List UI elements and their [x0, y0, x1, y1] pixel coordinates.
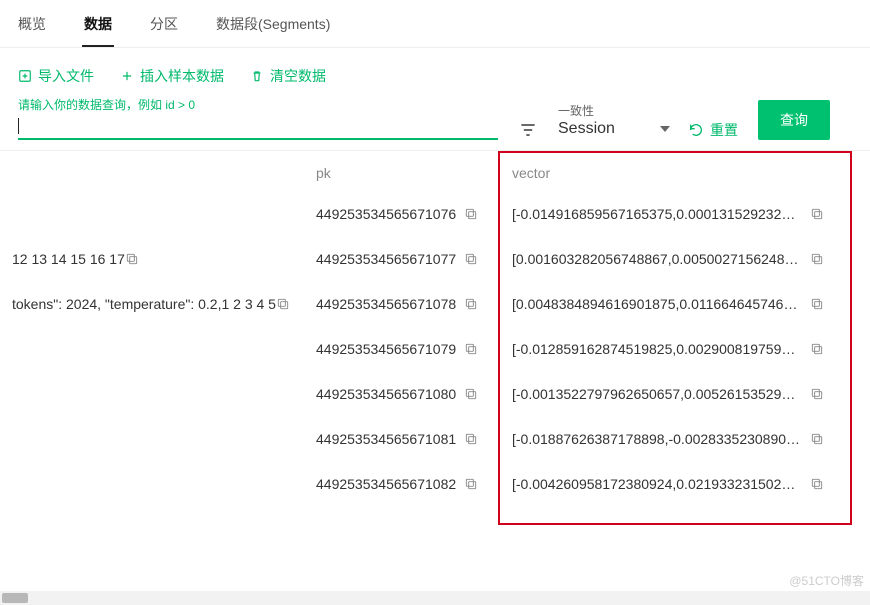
copy-icon[interactable] [276, 297, 290, 311]
copy-icon[interactable] [464, 432, 478, 446]
copy-icon[interactable] [464, 207, 478, 221]
query-button[interactable]: 查询 [758, 100, 830, 140]
watermark: @51CTO博客 [789, 572, 864, 589]
copy-icon[interactable] [810, 387, 824, 401]
col-vector: vector [502, 165, 834, 181]
copy-icon[interactable] [464, 297, 478, 311]
col-pk: pk [316, 165, 502, 181]
cell-pk: 449253534565671076 [316, 206, 502, 222]
horizontal-scrollbar[interactable] [0, 591, 870, 605]
table-row: 449253534565671081[-0.01887626387178898,… [0, 416, 870, 461]
consistency-value: Session [558, 119, 668, 140]
clear-label: 清空数据 [270, 66, 326, 86]
trash-icon [250, 69, 264, 83]
query-row: 请输入你的数据查询，例如 id > 0 一致性 Session 重置 查询 [0, 100, 870, 150]
cell-pk: 449253534565671077 [316, 251, 502, 267]
tab-partition[interactable]: 分区 [148, 2, 180, 46]
cell-col1: tokens": 2024, "temperature": 0.2,1 2 3 … [0, 296, 316, 312]
table-row: 449253534565671079[-0.012859162874519825… [0, 326, 870, 371]
cell-pk: 449253534565671078 [316, 296, 502, 312]
table-row: 449253534565671080[-0.001352279796265065… [0, 371, 870, 416]
cell-pk: 449253534565671081 [316, 431, 502, 447]
reset-button[interactable]: 重置 [688, 120, 738, 140]
import-icon [18, 69, 32, 83]
cell-vector: [0.0048384894616901875,0.011664645746350… [502, 296, 834, 312]
plus-icon [120, 69, 134, 83]
consistency-label: 一致性 [558, 104, 668, 120]
copy-icon[interactable] [810, 342, 824, 356]
text-cursor [18, 118, 19, 134]
query-field-wrap: 请输入你的数据查询，例如 id > 0 [18, 100, 498, 140]
cell-col1: 12 13 14 15 16 17 [0, 251, 316, 267]
copy-icon[interactable] [810, 207, 824, 221]
insert-sample-button[interactable]: 插入样本数据 [120, 66, 224, 86]
cell-vector: [0.001603282056748867,0.0050027156248688… [502, 251, 834, 267]
scrollbar-thumb[interactable] [2, 593, 28, 603]
chevron-down-icon [660, 118, 670, 136]
import-file-button[interactable]: 导入文件 [18, 66, 94, 86]
reset-label: 重置 [710, 120, 738, 140]
cell-vector: [-0.012859162874519825,0.002900819759815… [502, 341, 834, 357]
copy-icon[interactable] [810, 252, 824, 266]
query-label: 请输入你的数据查询，例如 id > 0 [18, 96, 195, 113]
copy-icon[interactable] [464, 342, 478, 356]
clear-data-button[interactable]: 清空数据 [250, 66, 326, 86]
copy-icon[interactable] [125, 252, 139, 266]
copy-icon[interactable] [810, 477, 824, 491]
tab-segments[interactable]: 数据段(Segments) [214, 2, 332, 46]
table-header: pk vector [0, 151, 870, 191]
copy-icon[interactable] [464, 387, 478, 401]
cell-vector: [-0.0013522797962650657,0.00526153529062… [502, 386, 834, 402]
tabs-bar: 概览 数据 分区 数据段(Segments) [0, 0, 870, 48]
copy-icon[interactable] [464, 252, 478, 266]
import-label: 导入文件 [38, 66, 94, 86]
table-row: 12 13 14 15 16 17449253534565671077[0.00… [0, 236, 870, 281]
cell-vector: [-0.014916859567165375,0.000131529232021… [502, 206, 834, 222]
cell-vector: [-0.01887626387178898,-0.002833523089066… [502, 431, 834, 447]
toolbar: 导入文件 插入样本数据 清空数据 [0, 48, 870, 100]
insert-label: 插入样本数据 [140, 66, 224, 86]
table-row: 449253534565671082[-0.004260958172380924… [0, 461, 870, 506]
refresh-icon [688, 122, 704, 138]
cell-vector: [-0.004260958172380924,0.021933231502771… [502, 476, 834, 492]
tab-data[interactable]: 数据 [82, 2, 114, 46]
copy-icon[interactable] [810, 297, 824, 311]
cell-pk: 449253534565671080 [316, 386, 502, 402]
table-row: tokens": 2024, "temperature": 0.2,1 2 3 … [0, 281, 870, 326]
table-row: 449253534565671076[-0.014916859567165375… [0, 191, 870, 236]
consistency-select[interactable]: 一致性 Session [558, 104, 668, 140]
table-wrap: pk vector 449253534565671076[-0.01491685… [0, 150, 870, 570]
copy-icon[interactable] [464, 477, 478, 491]
tab-overview[interactable]: 概览 [16, 2, 48, 46]
copy-icon[interactable] [810, 432, 824, 446]
filter-icon[interactable] [518, 120, 538, 140]
cell-pk: 449253534565671079 [316, 341, 502, 357]
cell-pk: 449253534565671082 [316, 476, 502, 492]
